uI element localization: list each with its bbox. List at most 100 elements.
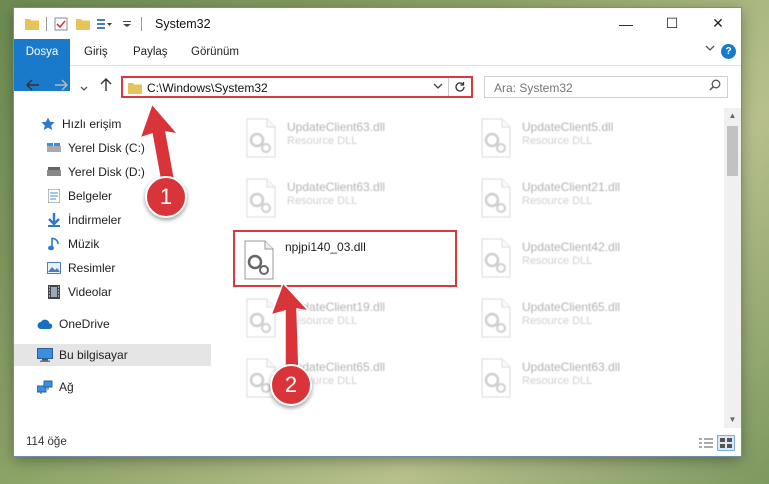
sidebar-item-label: OneDrive bbox=[59, 317, 110, 331]
details-view-icon[interactable] bbox=[697, 435, 715, 451]
file-name: UpdateClient21.dll bbox=[522, 180, 621, 194]
tab-view[interactable]: Görünüm bbox=[191, 39, 239, 65]
file-description: Resource DLL bbox=[522, 375, 593, 387]
large-icons-view-icon[interactable] bbox=[717, 435, 735, 451]
search-box[interactable] bbox=[484, 76, 728, 99]
address-bar[interactable]: C:\Windows\System32 bbox=[121, 76, 473, 98]
dll-file-icon bbox=[478, 298, 514, 338]
file-item[interactable]: UpdateClient65.dll Resource DLL bbox=[472, 292, 702, 344]
dll-file-icon bbox=[243, 118, 279, 158]
sidebar-item-videos[interactable]: Videolar 📌 bbox=[14, 281, 240, 303]
sidebar-item-pictures[interactable]: Resimler 📌 bbox=[14, 257, 240, 279]
sidebar-item-onedrive[interactable]: OneDrive bbox=[14, 313, 231, 335]
sidebar-item-label: Müzik bbox=[68, 237, 100, 251]
properties-icon[interactable] bbox=[53, 16, 69, 32]
dll-file-icon bbox=[478, 238, 514, 278]
cloud-icon bbox=[37, 316, 53, 332]
sidebar-item-music[interactable]: Müzik 📌 bbox=[14, 233, 240, 255]
title-bar: System32 — ☐ ✕ bbox=[14, 8, 741, 39]
dll-file-icon bbox=[243, 178, 279, 218]
annotation-arrow-up-icon bbox=[269, 283, 311, 372]
address-dropdown-icon[interactable] bbox=[433, 80, 443, 92]
file-description: Resource DLL bbox=[522, 255, 593, 267]
file-name: UpdateClient63.dll bbox=[287, 180, 386, 194]
file-description: Resource DLL bbox=[287, 195, 358, 207]
dll-file-icon bbox=[478, 118, 514, 158]
file-name: UpdateClient63.dll bbox=[287, 120, 386, 134]
sidebar-item-quick-access[interactable]: Hızlı erişim bbox=[14, 113, 234, 135]
sidebar-item-local-disk-d[interactable]: Yerel Disk (D:) 📌 bbox=[14, 161, 240, 183]
computer-icon bbox=[37, 347, 53, 363]
file-description: Resource DLL bbox=[522, 315, 593, 327]
item-count: 114 öğe bbox=[26, 436, 67, 448]
search-icon[interactable] bbox=[709, 79, 721, 94]
close-button[interactable]: ✕ bbox=[695, 8, 741, 39]
vertical-scrollbar[interactable]: ▲ ▼ bbox=[724, 108, 741, 428]
back-arrow-icon[interactable] bbox=[26, 78, 40, 95]
pictures-icon bbox=[46, 260, 62, 276]
sidebar-item-label: Belgeler bbox=[68, 189, 113, 203]
file-description: Resource DLL bbox=[287, 135, 358, 147]
recent-locations-icon[interactable] bbox=[80, 79, 88, 96]
file-item[interactable]: UpdateClient42.dll Resource DLL bbox=[472, 232, 702, 284]
download-icon bbox=[46, 212, 62, 228]
help-button[interactable]: ? bbox=[721, 44, 736, 59]
music-icon bbox=[46, 236, 62, 252]
scroll-thumb[interactable] bbox=[727, 126, 738, 176]
status-bar: 114 öğe bbox=[14, 429, 741, 456]
new-folder-icon[interactable] bbox=[75, 16, 91, 32]
dll-file-icon bbox=[478, 178, 514, 218]
file-item[interactable]: UpdateClient5.dll Resource DLL bbox=[472, 112, 702, 164]
file-item[interactable]: UpdateClient63.dll Resource DLL bbox=[237, 112, 467, 164]
sidebar-item-downloads[interactable]: İndirmeler 📌 bbox=[14, 209, 240, 231]
sidebar-item-this-pc[interactable]: Bu bilgisayar bbox=[14, 344, 231, 366]
step-2-badge: 2 bbox=[270, 364, 312, 406]
step-1-badge: 1 bbox=[145, 176, 187, 218]
search-input[interactable] bbox=[485, 77, 706, 99]
toolbar-separator bbox=[141, 17, 142, 31]
window-title: System32 bbox=[155, 17, 211, 31]
file-name: UpdateClient42.dll bbox=[522, 240, 621, 254]
sidebar-item-label: Hızlı erişim bbox=[62, 117, 122, 131]
file-item[interactable]: UpdateClient21.dll Resource DLL bbox=[472, 172, 702, 224]
file-name: UpdateClient65.dll bbox=[522, 300, 621, 314]
sidebar-item-documents[interactable]: Belgeler 📌 bbox=[14, 185, 240, 207]
qat-dropdown-icon[interactable] bbox=[119, 16, 135, 32]
refresh-icon[interactable] bbox=[448, 78, 471, 96]
address-path[interactable]: C:\Windows\System32 bbox=[147, 81, 268, 95]
scroll-up-icon[interactable]: ▲ bbox=[724, 108, 741, 124]
tab-share[interactable]: Paylaş bbox=[133, 39, 168, 65]
sidebar-item-network[interactable]: Ağ bbox=[14, 376, 231, 398]
maximize-button[interactable]: ☐ bbox=[649, 8, 695, 39]
file-description: Resource DLL bbox=[522, 135, 593, 147]
sidebar-item-label: Resimler bbox=[68, 261, 116, 275]
folder-icon bbox=[24, 16, 40, 32]
sidebar-item-label: Videolar bbox=[68, 285, 112, 299]
quick-access-toolbar bbox=[24, 16, 142, 32]
network-icon bbox=[37, 379, 53, 395]
tab-home[interactable]: Giriş bbox=[84, 39, 108, 65]
sidebar-item-label: Ağ bbox=[59, 380, 74, 394]
file-item[interactable]: UpdateClient63.dll Resource DLL bbox=[472, 352, 702, 404]
drive-icon bbox=[46, 164, 62, 180]
ribbon-expand-icon[interactable] bbox=[705, 43, 715, 54]
documents-icon bbox=[46, 188, 62, 204]
folder-icon bbox=[128, 82, 142, 97]
drive-icon bbox=[46, 140, 62, 156]
navigation-bar: C:\Windows\System32 bbox=[14, 66, 741, 108]
ribbon-tabs: Dosya Giriş Paylaş Görünüm ? bbox=[14, 39, 741, 91]
view-switcher bbox=[697, 435, 735, 451]
sidebar-item-label: İndirmeler bbox=[68, 213, 122, 227]
minimize-button[interactable]: — bbox=[603, 8, 649, 39]
sidebar-item-local-disk-c[interactable]: Yerel Disk (C:) 📌 bbox=[14, 137, 240, 159]
file-name: UpdateClient63.dll bbox=[522, 360, 621, 374]
star-icon bbox=[40, 116, 56, 132]
file-description: Resource DLL bbox=[522, 195, 593, 207]
scroll-down-icon[interactable]: ▼ bbox=[724, 412, 741, 428]
up-arrow-icon[interactable] bbox=[100, 78, 112, 95]
file-item[interactable]: UpdateClient63.dll Resource DLL bbox=[237, 172, 467, 224]
sidebar-item-label: Bu bilgisayar bbox=[59, 348, 128, 362]
customize-toolbar-icon[interactable] bbox=[97, 16, 113, 32]
sidebar-item-label: Yerel Disk (C:) bbox=[68, 141, 145, 155]
forward-arrow-icon[interactable] bbox=[54, 78, 68, 95]
